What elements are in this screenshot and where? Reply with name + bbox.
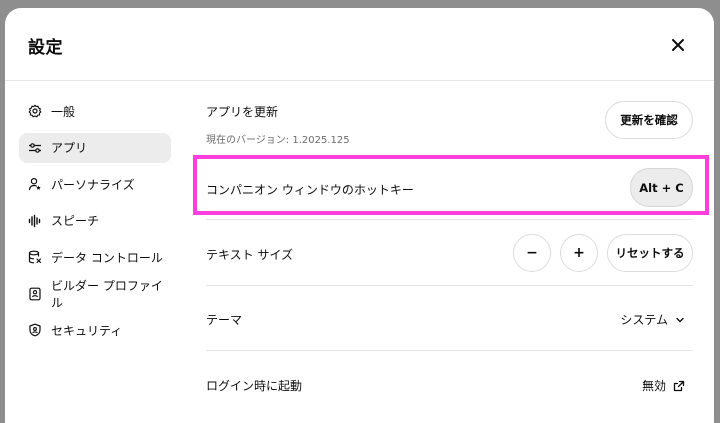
external-link-icon [673,380,685,391]
setting-row-text-size: テキスト サイズ − + リセットする [206,220,693,286]
gear-icon [28,104,42,118]
person-icon [28,177,42,191]
setting-row-login: ログイン時に起動 無効 [206,351,693,417]
decrease-text-size-button[interactable]: − [513,234,551,272]
sidebar-item-label: アプリ [51,141,88,155]
launch-at-login-link[interactable]: 無効 [642,377,685,394]
sliders-icon [28,141,42,155]
theme-dropdown[interactable]: システム [620,311,685,328]
sidebar-item-label: パーソナライズ [51,177,135,192]
sidebar-item-data-controls[interactable]: データ コントロール [19,242,171,272]
login-value: 無効 [641,379,666,393]
setting-row-update: アプリを更新 現在のバージョン: 1.2025.125 更新を確認 [206,81,693,157]
shield-icon [28,323,42,337]
sidebar-item-label: ビルダー プロファイル [51,278,163,310]
sidebar-item-apps[interactable]: アプリ [19,132,171,163]
dialog-header: 設定 [5,8,714,81]
hotkey-label: コンパニオン ウィンドウのホットキー [206,183,414,197]
hotkey-button[interactable]: Alt + C [630,168,693,207]
sidebar-item-label: データ コントロール [51,250,163,265]
settings-sidebar: 一般 アプリ パーソナライズ スピーチ データ コントロール ビルダー プロファ… [19,96,171,352]
text-size-label: テキスト サイズ [206,248,294,262]
sidebar-item-speech[interactable]: スピーチ [19,206,171,236]
sidebar-item-label: 一般 [51,104,76,119]
chevron-down-icon [676,317,684,322]
sidebar-item-builder-profile[interactable]: ビルダー プロファイル [19,278,171,310]
version-text: 現在のバージョン: 1.2025.125 [206,135,350,146]
dialog-title: 設定 [28,38,63,58]
setting-row-theme: テーマ システム [206,286,693,351]
sidebar-item-security[interactable]: セキュリティ [19,315,171,345]
database-icon [28,250,42,264]
sidebar-item-label: スピーチ [51,214,100,228]
update-label: アプリを更新 [206,105,279,119]
settings-dialog: 設定 一般 アプリ パーソナライズ スピーチ データ コントロール ビルダー プ… [5,8,714,423]
setting-row-hotkey: コンパニオン ウィンドウのホットキー Alt + C [206,157,693,220]
login-label: ログイン時に起動 [206,379,303,393]
waveform-icon [28,214,42,228]
id-card-icon [28,287,42,301]
theme-value: システム [620,313,668,327]
sidebar-item-label: セキュリティ [51,323,123,338]
close-button[interactable] [666,33,690,57]
check-updates-button[interactable]: 更新を確認 [605,101,693,139]
theme-label: テーマ [206,313,243,327]
close-icon [672,39,684,51]
sidebar-item-personalize[interactable]: パーソナライズ [19,169,171,199]
sidebar-item-general[interactable]: 一般 [19,96,171,126]
reset-text-size-button[interactable]: リセットする [607,234,693,272]
increase-text-size-button[interactable]: + [560,234,598,272]
